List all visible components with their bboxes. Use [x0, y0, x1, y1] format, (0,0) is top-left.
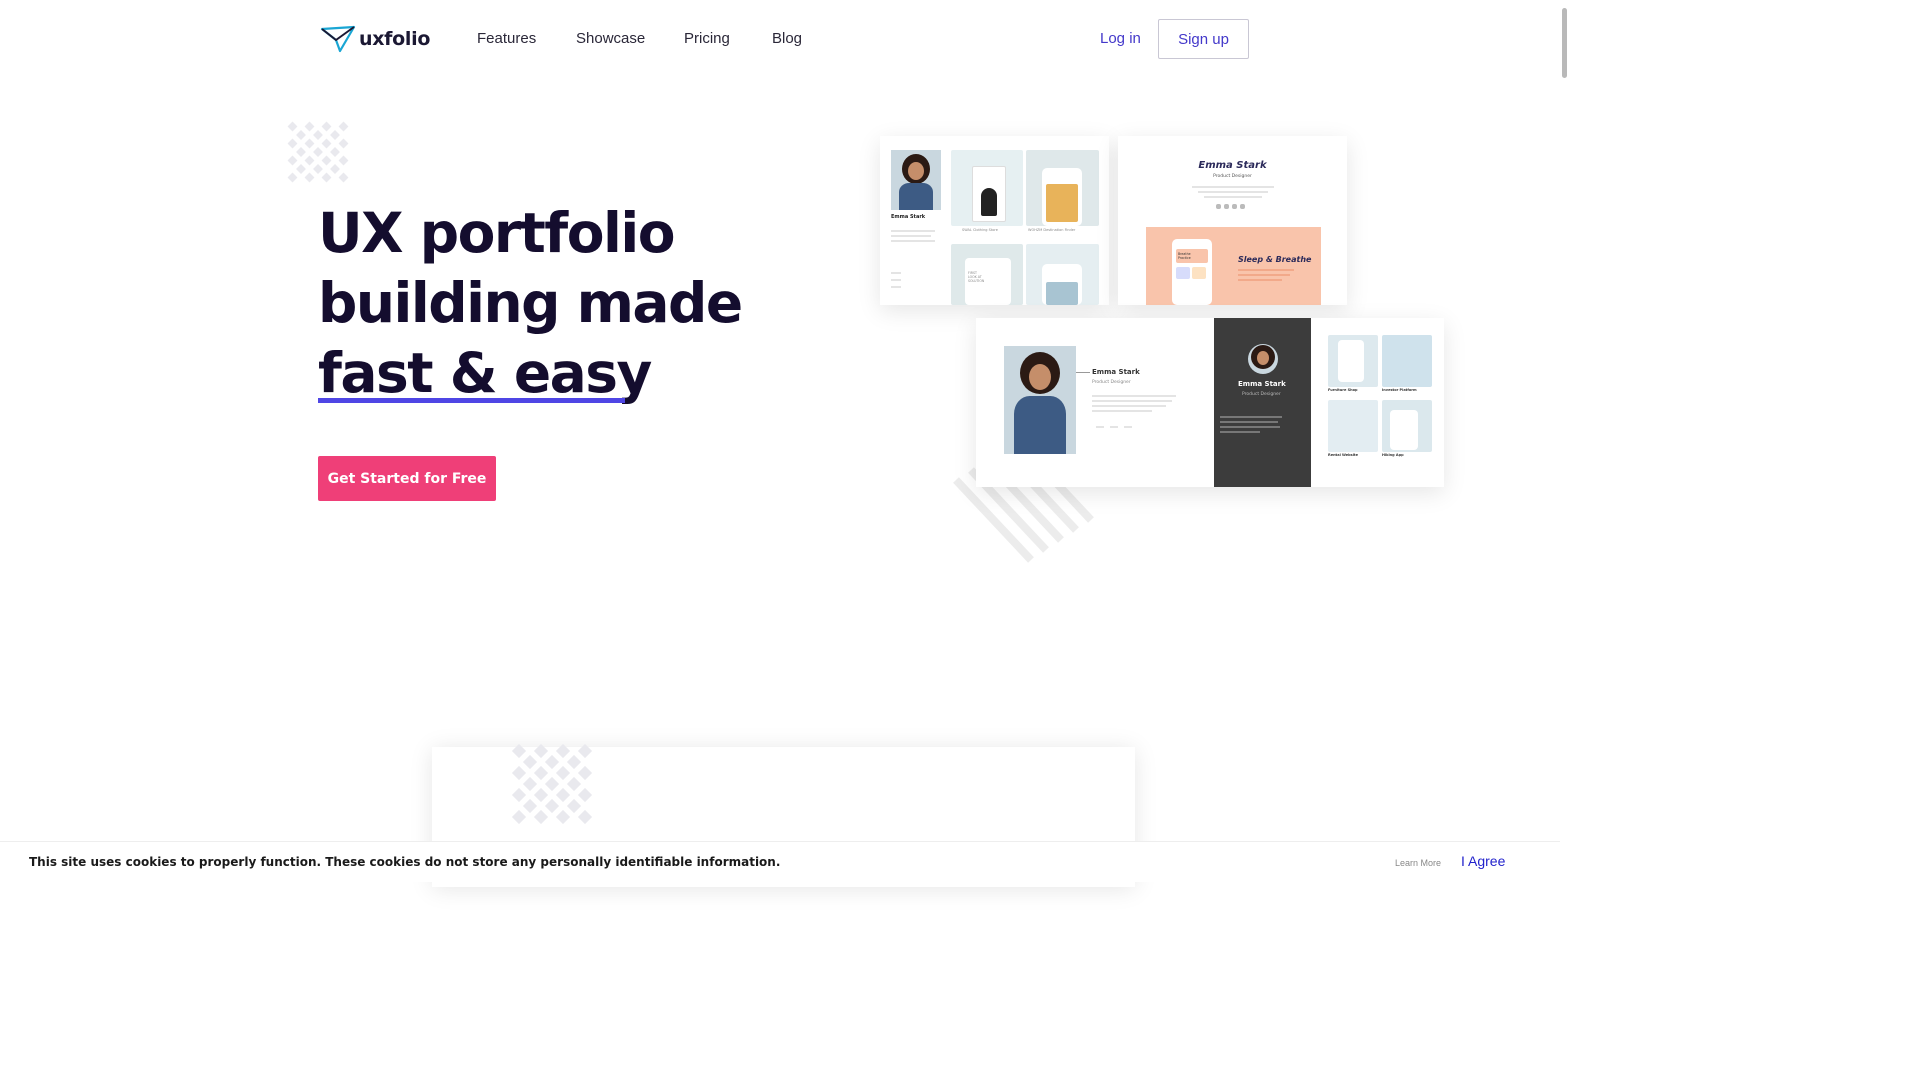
- login-link[interactable]: Log in: [1100, 30, 1141, 47]
- project-caption: SWAL Clothing Store: [962, 228, 998, 232]
- site-header: uxfolio Features Showcase Pricing Blog L…: [0, 0, 1568, 80]
- dark-profile-panel: Emma Stark Product Designer: [1214, 318, 1311, 487]
- portfolio-preview-card: Emma Stark Product Designer Breathe Prac…: [1118, 136, 1347, 305]
- nav-pricing[interactable]: Pricing: [684, 30, 730, 47]
- signup-button[interactable]: Sign up: [1158, 19, 1249, 59]
- hero-title-line-2: building made: [318, 271, 743, 335]
- project-caption: Rental Website: [1328, 453, 1358, 457]
- profile-photo: [891, 150, 941, 210]
- nav-features[interactable]: Features: [477, 30, 536, 47]
- cookie-message: This site uses cookies to properly funct…: [29, 855, 781, 869]
- hero-underline: [318, 398, 625, 403]
- mockup-sidetext: FIRST LOOK AT SOLUTION: [968, 271, 985, 283]
- portfolio-preview-card: Emma Stark SWAL Clothing Store WOHZM Des…: [880, 136, 1109, 305]
- project-caption: WOHZM Destination Finder: [1028, 228, 1076, 232]
- profile-role: Product Designer: [1213, 174, 1252, 179]
- logo[interactable]: uxfolio: [320, 24, 430, 54]
- project-caption: Hiking App: [1382, 453, 1404, 457]
- get-started-button[interactable]: Get Started for Free: [318, 456, 496, 501]
- scrollbar-thumb[interactable]: [1562, 8, 1567, 78]
- page-scrollbar[interactable]: [1560, 0, 1568, 882]
- app-label: Breathe Practice: [1178, 252, 1191, 260]
- profile-name: Emma Stark: [891, 214, 926, 220]
- profile-avatar: [1248, 344, 1278, 374]
- profile-photo: [1004, 346, 1076, 454]
- profile-name: Emma Stark: [1092, 368, 1140, 376]
- project-card: Breathe Practice Sleep & Breathe: [1146, 227, 1321, 305]
- profile-role: Product Designer: [1242, 392, 1281, 397]
- profile-role: Product Designer: [1092, 380, 1131, 385]
- logo-text: uxfolio: [359, 28, 431, 50]
- project-caption: Investor Platform: [1382, 388, 1417, 392]
- nav-blog[interactable]: Blog: [772, 30, 802, 47]
- project-title: Sleep & Breathe: [1238, 255, 1312, 264]
- decorative-dot-pattern: [511, 744, 593, 825]
- decorative-dot-pattern: [287, 121, 349, 183]
- portfolio-preview-card: Emma Stark Product Designer Emma Stark P…: [976, 318, 1444, 487]
- cookie-banner: This site uses cookies to properly funct…: [0, 841, 1560, 882]
- profile-name: Emma Stark: [1198, 160, 1267, 171]
- project-caption: Furniture Shop: [1328, 388, 1358, 392]
- agree-button[interactable]: I Agree: [1461, 853, 1505, 869]
- nav-showcase[interactable]: Showcase: [576, 30, 645, 47]
- hero-title: UX portfolio building made fast & easy: [318, 198, 838, 408]
- hero-title-line-1: UX portfolio: [318, 201, 676, 265]
- paper-plane-logo-icon: [320, 25, 356, 53]
- profile-name: Emma Stark: [1238, 380, 1286, 388]
- learn-more-link[interactable]: Learn More: [1395, 858, 1441, 868]
